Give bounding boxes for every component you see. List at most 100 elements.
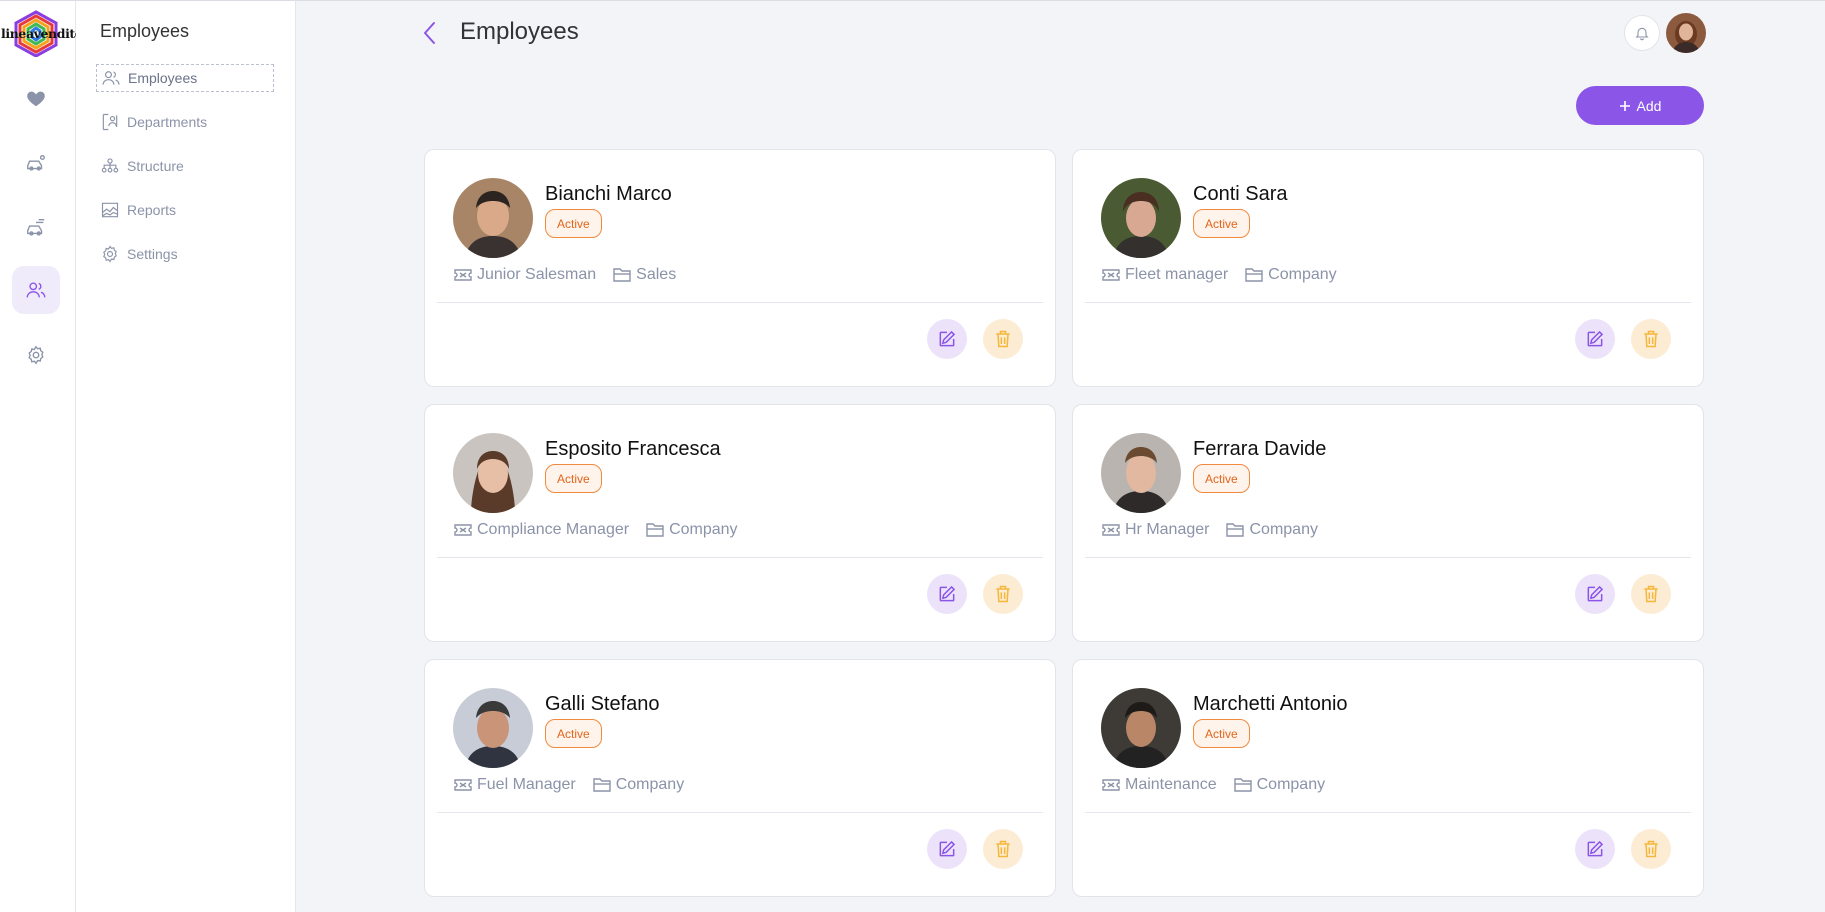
subnav-item-label: Employees	[128, 70, 198, 86]
subnav-item-employees[interactable]: Employees	[96, 64, 274, 92]
rail-trips[interactable]	[12, 203, 60, 251]
gear-icon	[28, 345, 44, 365]
subnav-item-label: Departments	[127, 114, 208, 130]
employee-card[interactable]: Bianchi Marco Active Junior Salesman Sal…	[424, 149, 1056, 387]
edit-button[interactable]	[1575, 319, 1615, 359]
employee-photo	[1101, 688, 1181, 768]
trash-icon	[1644, 585, 1658, 603]
delete-button[interactable]	[1631, 829, 1671, 869]
role-text: Compliance Manager	[477, 521, 630, 538]
card-divider	[437, 812, 1043, 813]
avatar-photo	[1666, 13, 1706, 53]
delete-button[interactable]	[1631, 319, 1671, 359]
delete-button[interactable]	[983, 319, 1023, 359]
folder-icon	[593, 778, 611, 792]
department-text: Sales	[636, 266, 677, 283]
employee-department: Company	[1233, 776, 1325, 794]
delete-button[interactable]	[983, 829, 1023, 869]
chevron-left-icon	[424, 22, 435, 44]
employee-card[interactable]: Galli Stefano Active Fuel Manager Compan…	[424, 659, 1056, 897]
brand-logo[interactable]: lineavendite	[0, 9, 83, 59]
add-button[interactable]: Add	[1576, 86, 1704, 125]
employee-card[interactable]: Ferrara Davide Active Hr Manager Company	[1072, 404, 1704, 642]
card-divider	[437, 302, 1043, 303]
department-text: Company	[1268, 266, 1337, 283]
heart-icon	[27, 91, 45, 107]
role-text: Fuel Manager	[477, 776, 576, 793]
status-badge: Active	[545, 464, 602, 493]
folder-icon	[613, 268, 631, 282]
card-divider	[1085, 557, 1691, 558]
back-button[interactable]	[418, 18, 442, 48]
employee-photo	[453, 688, 533, 768]
status-badge: Active	[1193, 719, 1250, 748]
subnav-item-departments[interactable]: Departments	[96, 108, 274, 136]
subnav-item-settings[interactable]: Settings	[96, 240, 274, 268]
employee-photo	[453, 178, 533, 258]
employee-name: Bianchi Marco	[545, 183, 672, 205]
edit-button[interactable]	[1575, 574, 1615, 614]
employee-role: Maintenance	[1101, 776, 1217, 794]
subnav-item-reports[interactable]: Reports	[96, 196, 274, 224]
employee-name: Conti Sara	[1193, 183, 1288, 205]
notifications-button[interactable]	[1624, 15, 1660, 51]
trash-icon	[996, 585, 1010, 603]
rail-vehicles[interactable]	[12, 139, 60, 187]
trash-icon	[1644, 330, 1658, 348]
user-avatar[interactable]	[1666, 13, 1706, 53]
status-badge: Active	[1193, 209, 1250, 238]
subnav-item-label: Structure	[127, 158, 184, 174]
subnav-item-label: Settings	[127, 246, 178, 262]
gear-icon	[103, 245, 117, 263]
ticket-icon	[1102, 779, 1120, 791]
sub-sidebar: Employees Employees Departments Structur…	[76, 0, 296, 912]
status-badge: Active	[545, 209, 602, 238]
employee-grid: Bianchi Marco Active Junior Salesman Sal…	[424, 149, 1704, 897]
users-icon	[102, 71, 120, 85]
department-text: Company	[669, 521, 738, 538]
bell-icon	[1635, 27, 1649, 41]
employee-role: Hr Manager	[1101, 521, 1209, 539]
ticket-icon	[454, 524, 472, 536]
edit-button[interactable]	[927, 829, 967, 869]
employee-name: Galli Stefano	[545, 693, 660, 715]
employee-card[interactable]: Esposito Francesca Active Compliance Man…	[424, 404, 1056, 642]
edit-icon	[1587, 330, 1604, 347]
plus-icon	[1619, 100, 1630, 111]
folder-icon	[646, 523, 664, 537]
edit-button[interactable]	[927, 574, 967, 614]
department-text: Company	[1249, 521, 1318, 538]
car-speed-icon	[27, 218, 45, 236]
role-text: Junior Salesman	[477, 266, 597, 283]
employee-photo	[1101, 178, 1181, 258]
subnav-title: Employees	[100, 21, 190, 41]
employee-name: Ferrara Davide	[1193, 438, 1327, 460]
card-divider	[1085, 302, 1691, 303]
top-divider	[296, 0, 1825, 1]
employee-card[interactable]: Marchetti Antonio Active Maintenance Com…	[1072, 659, 1704, 897]
subnav-item-label: Reports	[127, 202, 177, 218]
ticket-icon	[454, 779, 472, 791]
edit-button[interactable]	[927, 319, 967, 359]
edit-icon	[1587, 840, 1604, 857]
delete-button[interactable]	[983, 574, 1023, 614]
trash-icon	[996, 840, 1010, 858]
rail-settings[interactable]	[12, 331, 60, 379]
employee-name: Marchetti Antonio	[1193, 693, 1348, 715]
role-text: Maintenance	[1125, 776, 1217, 793]
rail-favorites[interactable]	[12, 74, 60, 122]
delete-button[interactable]	[1631, 574, 1671, 614]
employee-role: Junior Salesman	[453, 266, 596, 284]
rail-employees[interactable]	[12, 266, 60, 314]
card-divider	[437, 557, 1043, 558]
employee-card[interactable]: Conti Sara Active Fleet manager Company	[1072, 149, 1704, 387]
status-badge: Active	[545, 719, 602, 748]
add-button-label: Add	[1636, 97, 1662, 114]
card-divider	[1085, 812, 1691, 813]
subnav-item-structure[interactable]: Structure	[96, 152, 274, 180]
employee-department: Sales	[612, 266, 676, 284]
folder-icon	[1226, 523, 1245, 537]
edit-button[interactable]	[1575, 829, 1615, 869]
departments-icon	[102, 113, 118, 131]
employee-department: Company	[1244, 266, 1337, 284]
